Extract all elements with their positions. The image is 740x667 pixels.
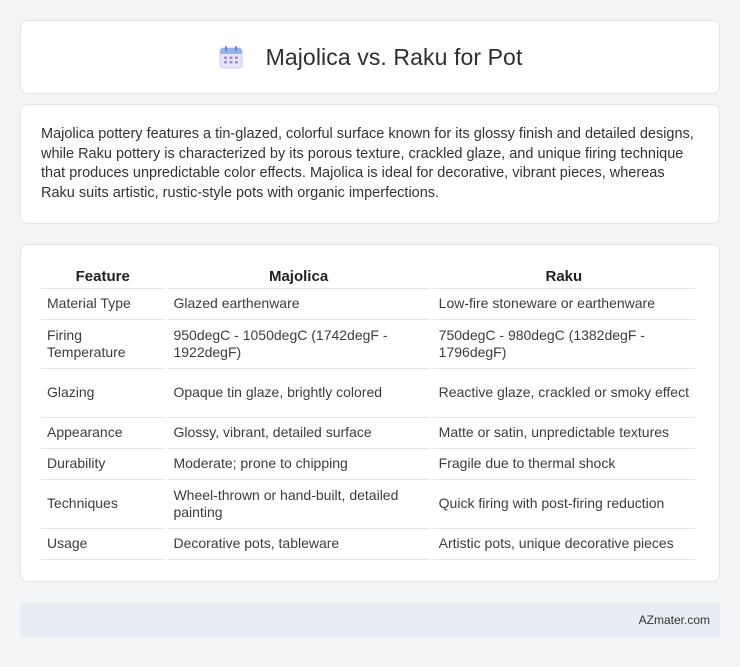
table-row: Material Type Glazed earthenware Low-fir… (41, 289, 695, 320)
raku-cell: Low-fire stoneware or earthenware (432, 289, 695, 320)
majolica-cell: Glazed earthenware (167, 289, 430, 320)
majolica-cell: Decorative pots, tableware (167, 529, 430, 560)
majolica-cell: Opaque tin glaze, brightly colored (167, 369, 430, 418)
raku-cell: Matte or satin, unpredictable textures (432, 418, 695, 449)
comparison-table-card: Feature Majolica Raku Material Type Glaz… (20, 244, 720, 582)
table-row: Usage Decorative pots, tableware Artisti… (41, 529, 695, 560)
table-row: Durability Moderate; prone to chipping F… (41, 449, 695, 480)
table-row: Appearance Glossy, vibrant, detailed sur… (41, 418, 695, 449)
intro-card: Majolica pottery features a tin-glazed, … (20, 104, 720, 224)
feature-cell: Firing Temperature (41, 320, 165, 369)
comparison-table: Feature Majolica Raku Material Type Glaz… (38, 265, 698, 560)
raku-cell: Fragile due to thermal shock (432, 449, 695, 480)
raku-cell: Artistic pots, unique decorative pieces (432, 529, 695, 560)
table-header-row: Feature Majolica Raku (41, 265, 695, 289)
majolica-cell: Wheel-thrown or hand-built, detailed pai… (167, 480, 430, 529)
calendar-icon (218, 44, 244, 70)
footer-bar: AZmater.com (20, 603, 720, 637)
feature-cell: Glazing (41, 369, 165, 418)
column-header-majolica: Majolica (167, 265, 430, 289)
feature-cell: Durability (41, 449, 165, 480)
majolica-cell: 950degC - 1050degC (1742degF - 1922degF) (167, 320, 430, 369)
footer-site-label[interactable]: AZmater.com (639, 613, 710, 627)
column-header-feature: Feature (41, 265, 165, 289)
majolica-cell: Moderate; prone to chipping (167, 449, 430, 480)
feature-cell: Techniques (41, 480, 165, 529)
table-row: Glazing Opaque tin glaze, brightly color… (41, 369, 695, 418)
page-title: Majolica vs. Raku for Pot (265, 43, 523, 70)
title-card: Majolica vs. Raku for Pot (20, 20, 720, 94)
majolica-cell: Glossy, vibrant, detailed surface (167, 418, 430, 449)
raku-cell: Quick firing with post-firing reduction (432, 480, 695, 529)
feature-cell: Appearance (41, 418, 165, 449)
table-row: Firing Temperature 950degC - 1050degC (1… (41, 320, 695, 369)
feature-cell: Material Type (41, 289, 165, 320)
raku-cell: 750degC - 980degC (1382degF - 1796degF) (432, 320, 695, 369)
feature-cell: Usage (41, 529, 165, 560)
raku-cell: Reactive glaze, crackled or smoky effect (432, 369, 695, 418)
table-row: Techniques Wheel-thrown or hand-built, d… (41, 480, 695, 529)
intro-paragraph: Majolica pottery features a tin-glazed, … (41, 126, 694, 201)
title-wrap: Majolica vs. Raku for Pot (218, 44, 523, 71)
column-header-raku: Raku (432, 265, 695, 289)
